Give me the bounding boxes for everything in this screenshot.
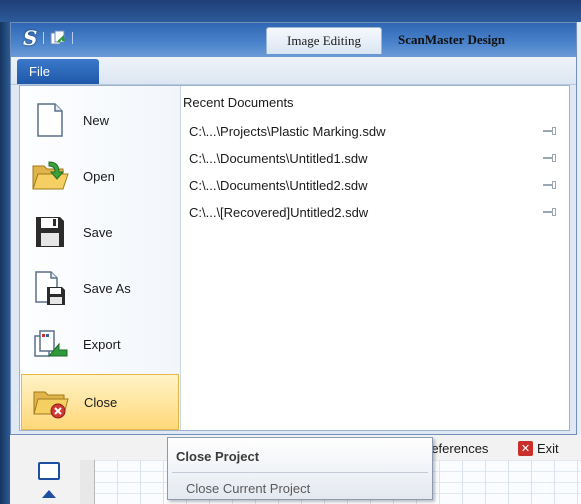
recent-document-path: C:\...\[Recovered]Untitled2.sdw <box>189 204 369 220</box>
close-folder-icon <box>33 391 69 419</box>
preferences-button[interactable]: references <box>427 441 488 456</box>
pin-icon[interactable] <box>543 126 559 136</box>
recent-document-path: C:\...\Documents\Untitled2.sdw <box>189 177 368 193</box>
menu-item-open[interactable]: Open <box>21 148 179 204</box>
floppy-disk-icon <box>36 217 64 247</box>
triangle-tool-icon[interactable] <box>42 490 56 498</box>
pin-icon[interactable] <box>543 207 559 217</box>
menu-label: Open <box>83 168 115 184</box>
export-icon[interactable] <box>50 30 67 46</box>
tooltip-description: Close Current Project <box>186 481 311 496</box>
menu-item-save[interactable]: Save <box>21 204 179 260</box>
exit-icon: ✕ <box>518 441 533 456</box>
recent-documents-header: Recent Documents <box>183 95 294 110</box>
pin-icon[interactable] <box>543 180 559 190</box>
tooltip-title: Close Project <box>176 449 260 464</box>
tab-image-editing[interactable]: Image Editing <box>266 27 383 54</box>
tooltip: Close Project Close Current Project <box>167 437 433 500</box>
select-tool-icon[interactable] <box>38 462 60 480</box>
backstage-panel: New Open Save Save As Export Close Recen… <box>19 85 570 431</box>
recent-documents-panel: Recent Documents C:\...\Projects\Plastic… <box>183 86 569 430</box>
tab-scanmaster-design[interactable]: ScanMaster Design <box>382 27 525 53</box>
file-tab[interactable]: File <box>17 59 99 84</box>
recent-document-item[interactable]: C:\...\[Recovered]Untitled2.sdw <box>189 201 567 223</box>
menu-item-close[interactable]: Close <box>21 374 179 430</box>
export-icon <box>34 330 68 357</box>
title-bar: S Image Editing ScanMaster Design <box>11 23 576 57</box>
recent-document-item[interactable]: C:\...\Documents\Untitled2.sdw <box>189 174 567 196</box>
desktop-background <box>0 0 581 22</box>
menu-item-export[interactable]: Export <box>21 316 179 372</box>
menu-label: Close <box>84 394 118 410</box>
exit-button[interactable]: ✕ Exit <box>518 441 559 456</box>
menu-label: Export <box>83 336 121 352</box>
recent-document-item[interactable]: C:\...\Documents\Untitled1.sdw <box>189 147 567 169</box>
open-folder-icon <box>32 161 69 190</box>
ribbon-bar: File <box>11 57 576 85</box>
app-logo-icon[interactable]: S <box>23 26 37 50</box>
menu-item-new[interactable]: New <box>21 92 179 148</box>
vertical-ruler <box>80 460 95 504</box>
menu-item-save-as[interactable]: Save As <box>21 260 179 316</box>
exit-label: Exit <box>537 441 559 456</box>
recent-document-path: C:\...\Documents\Untitled1.sdw <box>189 150 368 166</box>
app-window: S Image Editing ScanMaster Design File N… <box>10 22 577 435</box>
quick-access-toolbar: S <box>23 26 74 50</box>
backstage-menu: New Open Save Save As Export Close <box>20 86 181 430</box>
ribbon-tabs: Image Editing ScanMaster Design <box>266 27 525 55</box>
desktop-edge <box>0 22 10 504</box>
save-as-icon <box>35 271 65 305</box>
tooltip-divider <box>172 472 428 473</box>
toolbar-divider <box>72 32 74 44</box>
menu-label: Save <box>83 224 113 240</box>
window-edge <box>577 22 581 504</box>
recent-document-path: C:\...\Projects\Plastic Marking.sdw <box>189 123 386 139</box>
menu-label: Save As <box>83 280 131 296</box>
recent-document-item[interactable]: C:\...\Projects\Plastic Marking.sdw <box>189 120 567 142</box>
new-document-icon <box>37 103 63 137</box>
menu-label: New <box>83 112 110 128</box>
toolbar-divider <box>43 32 45 44</box>
pin-icon[interactable] <box>543 153 559 163</box>
